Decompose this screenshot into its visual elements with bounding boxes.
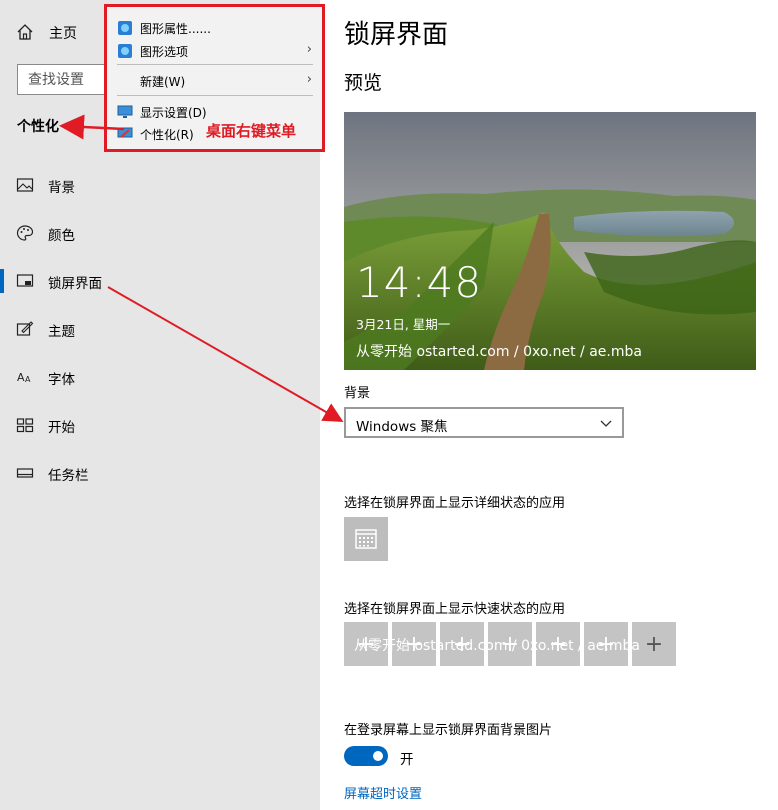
- sidebar-item-colors[interactable]: 颜色: [0, 213, 320, 253]
- svg-text:A: A: [25, 375, 31, 384]
- sidebar-item-label: 主题: [48, 324, 75, 340]
- chevron-down-icon: [600, 420, 612, 427]
- menu-item-label: 个性化(R): [140, 128, 194, 142]
- login-background-toggle[interactable]: [344, 746, 388, 766]
- sidebar-item-label: 背景: [48, 180, 75, 196]
- menu-separator: [117, 95, 313, 96]
- graphics-icon: [118, 44, 132, 58]
- sidebar-item-label: 任务栏: [48, 468, 89, 484]
- detail-status-app-calendar[interactable]: [344, 517, 388, 561]
- svg-text:A: A: [17, 371, 25, 384]
- sidebar-item-label: 颜色: [48, 228, 75, 244]
- background-dropdown-value: Windows 聚焦: [356, 419, 448, 435]
- preview-clock: 14:48: [356, 258, 483, 307]
- plus-icon: +: [644, 631, 664, 657]
- page-title: 锁屏界面: [344, 20, 449, 50]
- quick-status-tiles: + + + + + + + 从零开始 ostarted.com / 0xo.ne…: [344, 622, 676, 666]
- sidebar-item-label: 开始: [48, 420, 75, 436]
- menu-item-label: 图形属性......: [140, 22, 211, 36]
- preview-watermark: 从零开始 ostarted.com / 0xo.net / ae.mba: [356, 344, 642, 360]
- screen-timeout-link[interactable]: 屏幕超时设置: [344, 783, 422, 802]
- sidebar-item-fonts[interactable]: A A 字体: [0, 357, 320, 397]
- tiles-watermark: 从零开始 ostarted.com / 0xo.net / ae.mba: [354, 638, 640, 654]
- toggle-knob: [373, 751, 383, 761]
- personalize-icon: [117, 127, 133, 138]
- menu-item-graphics-options[interactable]: 图形选项 ›: [107, 40, 322, 62]
- calendar-icon: [355, 529, 377, 549]
- quick-status-label: 选择在锁屏界面上显示快速状态的应用: [344, 602, 566, 617]
- theme-icon: [16, 321, 34, 336]
- submenu-arrow-icon: ›: [306, 42, 312, 57]
- graphics-icon: [118, 21, 132, 35]
- menu-separator: [117, 64, 313, 65]
- image-icon: [16, 178, 34, 192]
- submenu-arrow-icon: ›: [306, 72, 312, 87]
- display-icon: [117, 105, 133, 118]
- font-icon: A A: [17, 371, 31, 384]
- sidebar-item-background[interactable]: 背景: [0, 165, 320, 205]
- start-icon: [16, 418, 34, 433]
- menu-item-label: 新建(W): [140, 75, 186, 89]
- preview-date: 3月21日, 星期一: [356, 317, 451, 332]
- section-title: 个性化: [17, 119, 59, 135]
- login-background-label: 在登录屏幕上显示锁屏界面背景图片: [344, 723, 553, 738]
- toggle-state-label: 开: [400, 752, 414, 768]
- palette-icon: [16, 225, 34, 241]
- menu-item-label: 图形选项: [140, 45, 189, 59]
- sidebar-item-label: 锁屏界面: [48, 276, 102, 292]
- sidebar-item-lock-screen[interactable]: 锁屏界面: [0, 261, 320, 301]
- menu-item-new[interactable]: 新建(W) ›: [107, 70, 322, 92]
- home-icon: [17, 24, 33, 40]
- lock-screen-icon: [16, 274, 34, 287]
- sidebar-item-label: 字体: [48, 372, 75, 388]
- taskbar-icon: [16, 468, 34, 478]
- home-label: 主页: [49, 26, 77, 42]
- menu-item-graphics-properties[interactable]: 图形属性......: [107, 17, 322, 39]
- preview-heading: 预览: [344, 72, 383, 94]
- background-dropdown[interactable]: Windows 聚焦: [344, 407, 624, 438]
- menu-item-label: 显示设置(D): [140, 106, 207, 120]
- background-label: 背景: [344, 386, 371, 401]
- sidebar-item-start[interactable]: 开始: [0, 405, 320, 445]
- sidebar-item-themes[interactable]: 主题: [0, 309, 320, 349]
- lock-screen-preview: 14:48 3月21日, 星期一 从零开始 ostarted.com / 0xo…: [344, 112, 756, 370]
- annotation-callout: 桌面右键菜单: [206, 122, 297, 140]
- sidebar-item-taskbar[interactable]: 任务栏: [0, 453, 320, 493]
- detail-status-label: 选择在锁屏界面上显示详细状态的应用: [344, 496, 566, 511]
